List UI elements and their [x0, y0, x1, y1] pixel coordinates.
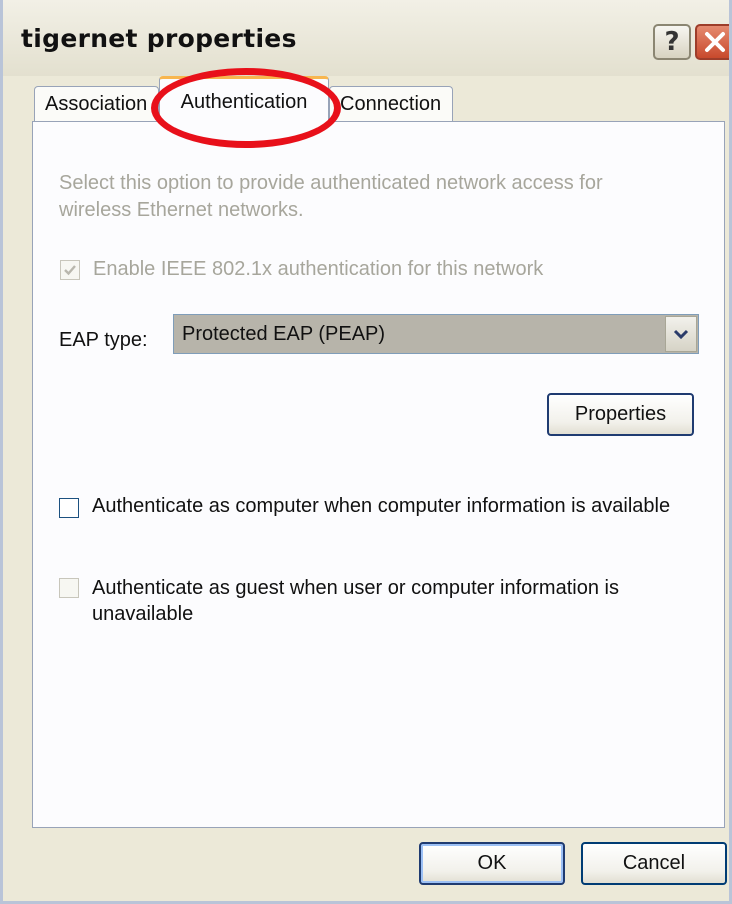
- auth-as-guest-checkbox[interactable]: [59, 578, 79, 598]
- close-button[interactable]: [695, 24, 729, 60]
- ok-button-label: OK: [477, 852, 507, 874]
- ok-button[interactable]: OK: [419, 842, 565, 885]
- eap-type-selected-value: Protected EAP (PEAP): [182, 323, 386, 345]
- authentication-tab-panel: [32, 121, 725, 828]
- eap-type-label: EAP type:: [59, 329, 148, 351]
- help-button[interactable]: ?: [653, 24, 691, 60]
- tab-connection-label: Connection: [340, 93, 442, 115]
- enable-8021x-checkbox[interactable]: [60, 260, 80, 280]
- tab-association-label: Association: [45, 93, 148, 115]
- tab-authentication-label: Authentication: [180, 91, 308, 113]
- info-description: Select this option to provide authentica…: [59, 172, 603, 221]
- tab-connection[interactable]: Connection: [329, 86, 453, 122]
- cancel-button[interactable]: Cancel: [581, 842, 727, 885]
- properties-dialog: tigernet properties ? Association Connec…: [0, 0, 732, 904]
- checkmark-icon: [64, 265, 76, 276]
- help-icon: ?: [664, 27, 680, 57]
- title-bar[interactable]: tigernet properties ?: [3, 0, 729, 76]
- eap-dropdown-button[interactable]: [665, 316, 697, 352]
- chevron-down-icon: [673, 329, 689, 340]
- tab-authentication[interactable]: Authentication: [159, 76, 329, 124]
- properties-button-label: Properties: [574, 403, 667, 425]
- eap-type-select[interactable]: Protected EAP (PEAP): [173, 314, 699, 354]
- auth-as-computer-checkbox[interactable]: [59, 498, 79, 518]
- close-icon: [705, 32, 725, 52]
- auth-as-guest-label: Authenticate as guest when user or compu…: [92, 577, 619, 625]
- enable-8021x-label: Enable IEEE 802.1x authentication for th…: [93, 258, 544, 280]
- tab-association[interactable]: Association: [34, 86, 159, 122]
- auth-as-computer-label: Authenticate as computer when computer i…: [92, 495, 671, 517]
- cancel-button-label: Cancel: [622, 852, 686, 874]
- window-title: tigernet properties: [21, 24, 297, 53]
- properties-button[interactable]: Properties: [547, 393, 694, 436]
